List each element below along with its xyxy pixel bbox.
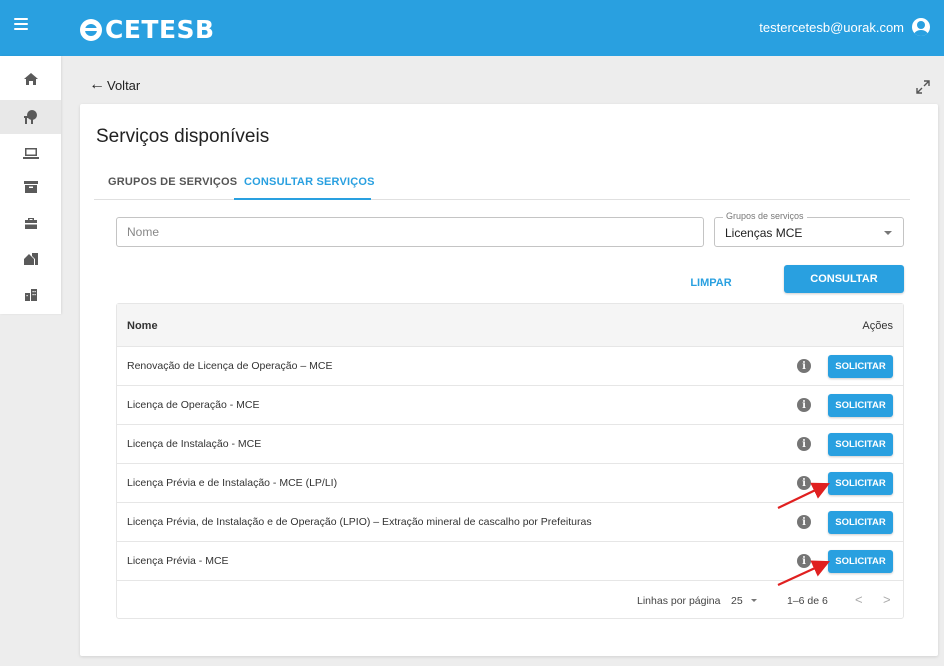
top-app-bar: CETESB testercetesb@uorak.com bbox=[0, 0, 944, 56]
service-name: Licença Prévia - MCE bbox=[127, 555, 229, 567]
request-button[interactable]: SOLICITAR bbox=[828, 433, 893, 456]
menu-icon[interactable] bbox=[14, 18, 28, 30]
info-icon[interactable]: i bbox=[797, 515, 811, 529]
account-icon[interactable] bbox=[912, 18, 930, 36]
request-button[interactable]: SOLICITAR bbox=[828, 394, 893, 417]
expand-icon[interactable] bbox=[916, 80, 930, 94]
arrow-left-icon: ← bbox=[89, 76, 105, 93]
service-name: Renovação de Licença de Operação – MCE bbox=[127, 360, 333, 372]
chevron-right-icon[interactable]: > bbox=[883, 592, 891, 607]
active-tab-indicator bbox=[234, 198, 371, 200]
service-group-value: Licenças MCE bbox=[725, 226, 803, 240]
caret-down-icon bbox=[884, 231, 892, 235]
rows-per-page-label: Linhas por página bbox=[637, 595, 721, 607]
column-header-name[interactable]: Nome bbox=[127, 320, 158, 332]
home-icon bbox=[23, 73, 38, 85]
nav-services[interactable] bbox=[0, 100, 61, 134]
services-table: Nome Ações Renovação de Licença de Opera… bbox=[116, 303, 904, 619]
table-row: Licença de Operação - MCE i SOLICITAR bbox=[117, 386, 903, 425]
archive-icon bbox=[23, 181, 38, 193]
table-row: Licença Prévia e de Instalação - MCE (LP… bbox=[117, 464, 903, 503]
table-row: Licença Prévia - MCE i SOLICITAR bbox=[117, 542, 903, 581]
nav-city[interactable] bbox=[0, 242, 61, 276]
briefcase-icon bbox=[24, 218, 37, 229]
brand-name: CETESB bbox=[105, 15, 215, 44]
nav-buildings[interactable] bbox=[0, 278, 61, 312]
side-navigation bbox=[0, 56, 61, 314]
table-row: Licença de Instalação - MCE i SOLICITAR bbox=[117, 425, 903, 464]
services-card: Serviços disponíveis GRUPOS DE SERVIÇOS … bbox=[80, 104, 938, 656]
service-group-label: Grupos de serviços bbox=[723, 211, 807, 221]
chevron-left-icon[interactable]: < bbox=[855, 592, 863, 607]
table-row: Licença Prévia, de Instalação e de Opera… bbox=[117, 503, 903, 542]
request-button[interactable]: SOLICITAR bbox=[828, 550, 893, 573]
name-input[interactable]: Nome bbox=[116, 217, 704, 247]
info-icon[interactable]: i bbox=[797, 554, 811, 568]
rows-per-page-select[interactable]: 25 bbox=[731, 595, 743, 607]
service-name: Licença Prévia, de Instalação e de Opera… bbox=[127, 516, 592, 528]
nav-archive[interactable] bbox=[0, 170, 61, 204]
tree-icon bbox=[23, 110, 37, 124]
building-icon bbox=[24, 289, 37, 301]
laptop-icon bbox=[22, 148, 39, 159]
table-row: Renovação de Licença de Operação – MCE i… bbox=[117, 347, 903, 386]
service-group-select[interactable]: Grupos de serviços Licenças MCE bbox=[714, 211, 904, 247]
service-name: Licença Prévia e de Instalação - MCE (LP… bbox=[127, 477, 338, 489]
nav-briefcase[interactable] bbox=[0, 206, 61, 240]
table-pagination: Linhas por página 25 1–6 de 6 < > bbox=[117, 581, 903, 619]
service-name: Licença de Instalação - MCE bbox=[127, 438, 262, 450]
cetesb-logo-icon bbox=[80, 18, 102, 41]
back-link[interactable]: ← Voltar bbox=[89, 77, 140, 93]
info-icon[interactable]: i bbox=[797, 359, 811, 373]
info-icon[interactable]: i bbox=[797, 437, 811, 451]
user-email[interactable]: testercetesb@uorak.com bbox=[759, 20, 904, 35]
request-button[interactable]: SOLICITAR bbox=[828, 511, 893, 534]
column-header-actions: Ações bbox=[862, 320, 893, 332]
caret-down-icon[interactable] bbox=[751, 599, 757, 602]
request-button[interactable]: SOLICITAR bbox=[828, 355, 893, 378]
search-button[interactable]: CONSULTAR bbox=[784, 265, 904, 293]
info-icon[interactable]: i bbox=[797, 398, 811, 412]
service-name: Licença de Operação - MCE bbox=[127, 399, 260, 411]
nav-laptop[interactable] bbox=[0, 136, 61, 170]
info-icon[interactable]: i bbox=[797, 476, 811, 490]
request-button[interactable]: SOLICITAR bbox=[828, 472, 893, 495]
nav-home[interactable] bbox=[0, 62, 61, 96]
back-label: Voltar bbox=[107, 77, 141, 93]
tab-consultar-servicos[interactable]: CONSULTAR SERVIÇOS bbox=[244, 176, 375, 188]
table-header: Nome Ações bbox=[117, 304, 903, 347]
city-icon bbox=[23, 253, 38, 265]
tab-grupos-de-servicos[interactable]: GRUPOS DE SERVIÇOS bbox=[108, 176, 237, 188]
tabs-bar: GRUPOS DE SERVIÇOS CONSULTAR SERVIÇOS bbox=[94, 166, 910, 200]
page-title: Serviços disponíveis bbox=[96, 126, 270, 147]
brand-logo[interactable]: CETESB bbox=[80, 15, 215, 44]
clear-button[interactable]: LIMPAR bbox=[676, 270, 746, 296]
page-range: 1–6 de 6 bbox=[787, 595, 828, 607]
